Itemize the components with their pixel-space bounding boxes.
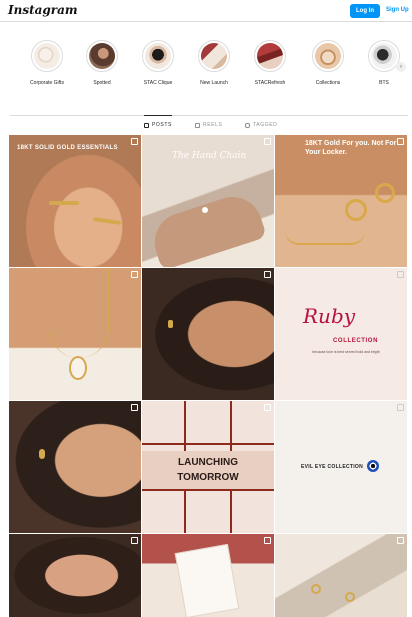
highlight-label: Spotted (93, 80, 111, 86)
story-highlights: Corporate Gifts Spotted STAC Clique New … (0, 40, 412, 96)
highlight-label: STAC Clique (143, 80, 173, 86)
earring-graphic (168, 320, 173, 328)
carousel-icon (397, 537, 404, 544)
tab-posts[interactable]: POSTS (144, 122, 172, 128)
card-graphic (174, 543, 240, 617)
post-tile[interactable]: The Hand Chain (142, 135, 274, 267)
post-grid: 18KT SOLID GOLD ESSENTIALS The Hand Chai… (9, 135, 407, 617)
highlight-ring (254, 40, 286, 72)
highlight-thumbnail (89, 43, 115, 69)
charm-graphic (202, 207, 208, 213)
highlight-ring (142, 40, 174, 72)
post-overlay-text: EVIL EYE COLLECTION (301, 464, 364, 470)
highlight-thumbnail (315, 43, 341, 69)
carousel-icon (131, 138, 138, 145)
tagged-icon (245, 122, 250, 128)
highlight-stacrefresh[interactable]: STACRefresh (246, 40, 294, 86)
carousel-icon (397, 138, 404, 145)
necklace-graphic (49, 268, 109, 358)
highlight-corporate-gifts[interactable]: Corporate Gifts (23, 40, 71, 86)
top-bar: Instagram Log In Sign Up (0, 0, 412, 22)
necklace-graphic (285, 231, 365, 245)
highlight-label: Collections (315, 80, 341, 86)
tab-label: TAGGED (253, 122, 278, 128)
launch-line-2: TOMORROW (177, 472, 239, 483)
highlight-ring (198, 40, 230, 72)
login-button[interactable]: Log In (350, 4, 380, 18)
post-tile[interactable]: EVIL EYE COLLECTION (275, 401, 407, 533)
highlight-stac-clique[interactable]: STAC Clique (134, 40, 182, 86)
highlight-label: BTS (379, 80, 389, 86)
post-tile[interactable] (9, 534, 141, 617)
highlight-ring (31, 40, 63, 72)
ring-graphic (49, 201, 79, 205)
reel-icon (131, 537, 138, 544)
reel-icon (131, 404, 138, 411)
ring-graphic (345, 199, 367, 221)
highlight-thumbnail (257, 43, 283, 69)
profile-tabs: POSTS REELS TAGGED (10, 115, 408, 135)
ring-graphic (92, 217, 122, 225)
post-tile[interactable]: 18KT SOLID GOLD ESSENTIALS (9, 135, 141, 267)
reel-icon (264, 138, 271, 145)
post-overlay-text: 18KT Gold For you. Not For Your Locker. (305, 140, 397, 156)
highlight-spotted[interactable]: Spotted (78, 40, 126, 86)
evil-eye-icon (367, 460, 379, 472)
grid-icon (144, 122, 149, 128)
highlight-new-launch[interactable]: New Launch (190, 40, 238, 86)
instagram-logo[interactable]: Instagram (8, 3, 78, 17)
ring-graphic (375, 183, 395, 203)
hand-graphic (146, 189, 268, 267)
highlight-thumbnail (145, 43, 171, 69)
grid-line-graphic (142, 489, 274, 491)
post-tile[interactable] (9, 268, 141, 400)
highlight-thumbnail (371, 43, 397, 69)
earring-graphic (39, 449, 45, 459)
launch-line-1: LAUNCHING (178, 457, 238, 468)
highlight-label: Corporate Gifts (30, 80, 64, 86)
post-overlay-text: The Hand Chain (172, 151, 247, 161)
highlight-label: New Launch (200, 80, 228, 86)
carousel-icon (397, 271, 404, 278)
ruby-subtitle: COLLECTION (333, 338, 378, 344)
highlight-thumbnail (34, 43, 60, 69)
highlights-next-arrow-icon[interactable]: › (396, 62, 406, 72)
tab-label: REELS (203, 122, 223, 128)
post-overlay-text: 18KT SOLID GOLD ESSENTIALS (17, 145, 118, 151)
post-tile[interactable] (275, 534, 407, 617)
active-tab-indicator (144, 115, 172, 116)
highlight-ring (312, 40, 344, 72)
carousel-icon (264, 404, 271, 411)
coin-graphic (311, 584, 321, 594)
signup-link[interactable]: Sign Up (386, 7, 409, 13)
highlight-thumbnail (201, 43, 227, 69)
post-tile[interactable] (142, 268, 274, 400)
tab-tagged[interactable]: TAGGED (245, 122, 277, 128)
grid-line-graphic (142, 443, 274, 445)
highlight-collections[interactable]: Collections (304, 40, 352, 86)
pendant-graphic (69, 356, 87, 380)
ruby-title: Ruby (303, 304, 356, 328)
post-tile[interactable]: 18KT Gold For you. Not For Your Locker. (275, 135, 407, 267)
highlight-ring (86, 40, 118, 72)
reel-icon (264, 271, 271, 278)
tab-label: POSTS (152, 122, 172, 128)
post-tile[interactable]: LAUNCHING TOMORROW (142, 401, 274, 533)
coin-graphic (345, 592, 355, 602)
reel-icon (131, 271, 138, 278)
post-tile[interactable] (142, 534, 274, 617)
carousel-icon (264, 537, 271, 544)
post-tile[interactable] (9, 401, 141, 533)
reels-icon (195, 122, 200, 128)
ruby-note: because love is best served bold and bri… (312, 350, 380, 354)
carousel-icon (397, 404, 404, 411)
post-tile[interactable]: Ruby COLLECTION because love is best ser… (275, 268, 407, 400)
highlight-label: STACRefresh (254, 80, 286, 86)
tab-reels[interactable]: REELS (195, 122, 222, 128)
